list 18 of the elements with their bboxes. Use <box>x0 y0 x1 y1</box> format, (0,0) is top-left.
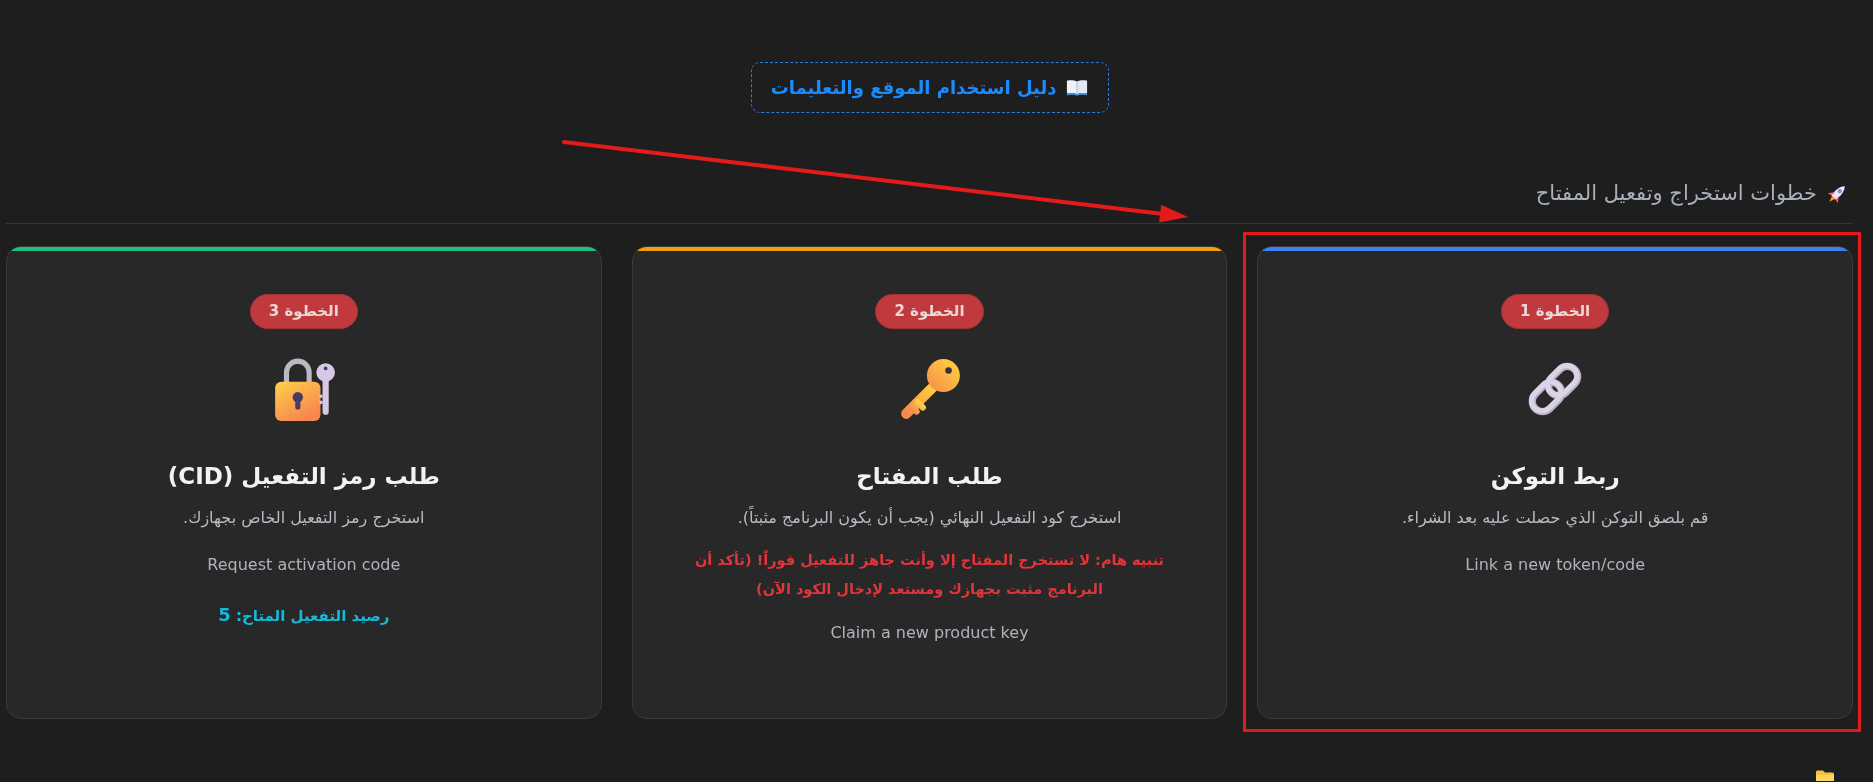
step-card[interactable] <box>631 246 1228 719</box>
step-title: ربط التوكن <box>1490 462 1620 491</box>
step-title: طلب رمز التفعيل (CID) <box>167 462 440 491</box>
book-icon <box>1066 79 1089 96</box>
step-description: استخرج رمز التفعيل الخاص بجهازك. <box>183 507 425 530</box>
step-action-label: Claim a new product key <box>830 622 1029 644</box>
guide-button[interactable]: دليل استخدام الموقع والتعليمات <box>750 62 1109 113</box>
step-action-label: Link a new token/code <box>1465 554 1645 576</box>
step-badge: الخطوة 1 <box>1501 294 1610 329</box>
step-description: قم بلصق التوكن الذي حصلت عليه بعد الشراء. <box>1401 507 1709 530</box>
warning-text: تنبيه هام: لا تستخرج المفتاح إلا وأنت جاهز للتفعيل فوراً! (تأكد أن البرنامج مثبت بجهازك ومستعد لإدخال الكود الآن) <box>693 549 1166 600</box>
step-badge: الخطوة 3 <box>249 294 358 329</box>
section-title: خطوات استخراج وتفعيل المفتاح <box>1535 180 1817 208</box>
folder-icon <box>1815 770 1835 781</box>
step-action-label: Request activation code <box>207 554 401 576</box>
step-description: استخرج كود التفعيل النهائي (يجب أن يكون البرنامج مثبتاً). <box>737 505 1122 530</box>
step-title: طلب المفتاح <box>856 462 1003 491</box>
step-badge: الخطوة 2 <box>875 294 984 329</box>
